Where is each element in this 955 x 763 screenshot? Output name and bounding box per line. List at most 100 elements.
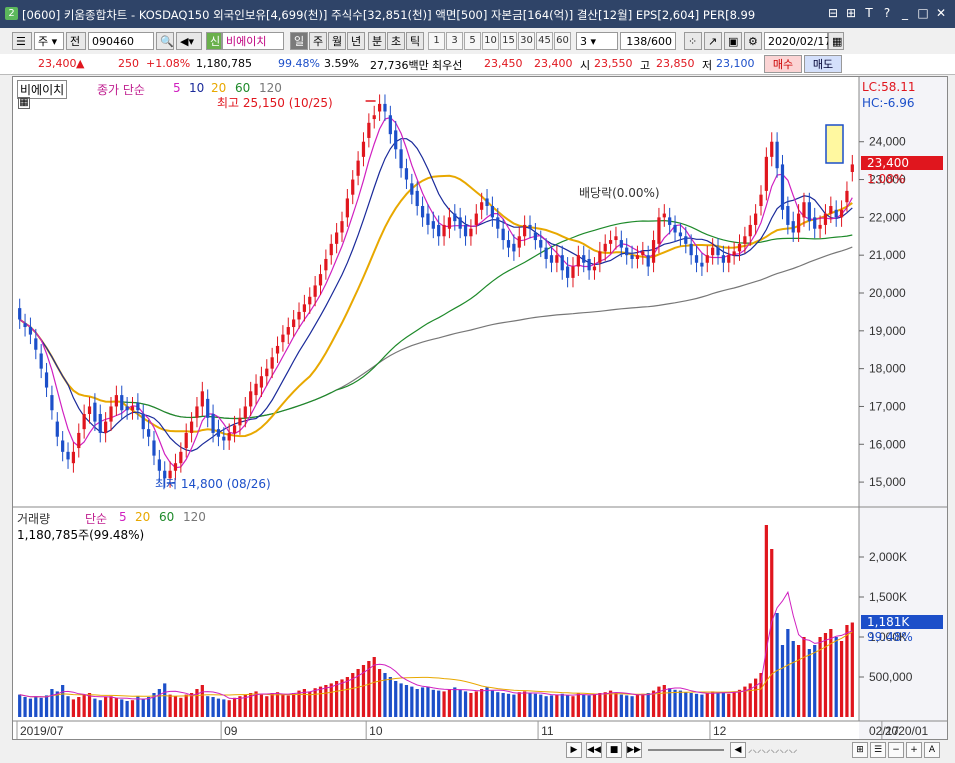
last-date-label: 02/17: [869, 724, 899, 738]
trade-amount: 27,736백만: [370, 59, 429, 72]
candle-body: [410, 183, 414, 195]
candle-body: [125, 406, 129, 411]
period-tick-button[interactable]: 틱: [406, 32, 424, 50]
rewind-button[interactable]: ◀◀: [586, 742, 602, 758]
date-input[interactable]: 2020/02/17: [764, 32, 831, 50]
ma20-line: [19, 174, 853, 438]
interval-5-button[interactable]: 5: [464, 32, 481, 50]
layout-grid-icon[interactable]: ⊞: [843, 6, 859, 21]
maximize-button[interactable]: □: [915, 6, 931, 21]
interval-3-button[interactable]: 3: [446, 32, 463, 50]
volume-bar: [426, 686, 430, 717]
period-minute-button[interactable]: 분: [368, 32, 386, 50]
save-icon[interactable]: ▣: [724, 32, 742, 50]
scroll-forward-button[interactable]: ▶: [566, 742, 582, 758]
candle-body: [189, 421, 194, 433]
zoom-in-icon[interactable]: +: [906, 742, 922, 758]
interval-1-button[interactable]: 1: [428, 32, 445, 50]
period-second-button[interactable]: 초: [387, 32, 405, 50]
candle-body: [582, 255, 586, 263]
fast-forward-button[interactable]: ▶▶: [626, 742, 642, 758]
candlestick-chart[interactable]: 15,000 16,000 17,000 18,000 19,000 20,000 21,0…: [13, 77, 947, 739]
search-icon[interactable]: 🔍: [156, 32, 174, 50]
interval-10-button[interactable]: 10: [482, 32, 499, 50]
candle-body: [109, 406, 113, 422]
candle-body: [442, 224, 446, 237]
sell-button[interactable]: 매도: [804, 55, 842, 73]
buy-button[interactable]: 매수: [764, 55, 802, 73]
candle-body: [356, 160, 360, 176]
period-month-button[interactable]: 월: [328, 32, 346, 50]
volume-bar: [335, 681, 339, 717]
interval-60-button[interactable]: 60: [554, 32, 571, 50]
indicator-icon[interactable]: ⁘: [684, 32, 702, 50]
zoom-slider[interactable]: [648, 749, 724, 751]
candle-body: [104, 421, 108, 433]
minimize-button[interactable]: _: [897, 6, 913, 21]
volume-bar: [544, 696, 548, 717]
price-tick-label: 19,000: [869, 324, 906, 338]
candle-body: [770, 141, 774, 157]
candle-body: [823, 213, 828, 225]
indicator-button[interactable]: ⊞: [852, 742, 868, 758]
current-volume-pct: 99.48%: [867, 630, 913, 644]
period-year-button[interactable]: 년: [347, 32, 365, 50]
turnover-rate: 3.59%: [324, 57, 359, 70]
volume-bar: [415, 689, 419, 717]
candle-body: [469, 228, 473, 237]
interval-30-button[interactable]: 30: [518, 32, 535, 50]
candle-body: [533, 232, 537, 241]
sound-icon[interactable]: ◀▾: [176, 32, 202, 50]
volume-readout: 1,180,785주(99.48%): [17, 528, 145, 542]
candle-body: [694, 255, 699, 263]
gear-icon[interactable]: ⚙: [744, 32, 762, 50]
volume-bar: [184, 694, 188, 717]
font-icon[interactable]: T: [861, 6, 877, 21]
calendar-icon[interactable]: ▦: [828, 32, 844, 50]
volume-bar: [576, 693, 580, 717]
draw-tool-icon[interactable]: ↗: [704, 32, 722, 50]
interval-15-button[interactable]: 15: [500, 32, 517, 50]
price-change-pct: +1.08%: [146, 57, 191, 70]
legend-ma10: 10: [189, 81, 205, 95]
grid-toggle-icon[interactable]: ▦: [18, 97, 30, 109]
help-icon[interactable]: ?: [879, 6, 895, 21]
chart-area[interactable]: 15,000 16,000 17,000 18,000 19,000 20,000 21,0…: [12, 76, 948, 740]
volume-bar: [34, 696, 38, 717]
candle-body: [764, 156, 768, 191]
volume-bar: [823, 633, 828, 717]
period-day-button[interactable]: 일: [290, 32, 308, 50]
chart-type-strip[interactable]: ⸍⸌⸍⸌⸍⸌⸍⸌⸍⸌⸍: [748, 746, 848, 756]
candle-body: [394, 130, 398, 150]
volume-bar: [474, 691, 478, 717]
candle-body: [420, 206, 425, 218]
candle-body: [539, 240, 543, 248]
candle-body: [50, 395, 54, 411]
scroll-left-button[interactable]: ◀: [730, 742, 746, 758]
dividend-annotation: 배당락(0.00%): [579, 186, 660, 200]
period-week-button[interactable]: 주: [309, 32, 327, 50]
interval-45-button[interactable]: 45: [536, 32, 553, 50]
volume-bar: [630, 696, 634, 717]
candle-body: [345, 198, 349, 218]
candle-body: [286, 327, 290, 335]
type-select[interactable]: 주 ▾: [34, 32, 64, 50]
menu-icon[interactable]: ☰: [12, 32, 32, 50]
layout-toggle-icon[interactable]: ⊟: [825, 6, 841, 21]
current-bar-highlight: [825, 124, 844, 164]
volume-bar: [619, 694, 623, 717]
candle-body: [592, 266, 597, 271]
candle-body: [829, 206, 833, 214]
volume-bar: [737, 689, 742, 717]
stock-code-input[interactable]: 090460: [88, 32, 154, 50]
stack-button[interactable]: ☰: [870, 742, 886, 758]
close-button[interactable]: ✕: [933, 6, 949, 21]
text-annotation-icon[interactable]: A: [924, 742, 940, 758]
stop-button[interactable]: ■: [606, 742, 622, 758]
prev-button[interactable]: 전: [66, 32, 86, 50]
candle-body: [490, 206, 495, 218]
zoom-out-icon[interactable]: −: [888, 742, 904, 758]
count-select[interactable]: 3 ▾: [576, 32, 618, 50]
candle-body: [152, 440, 156, 456]
candle-body: [270, 357, 274, 369]
